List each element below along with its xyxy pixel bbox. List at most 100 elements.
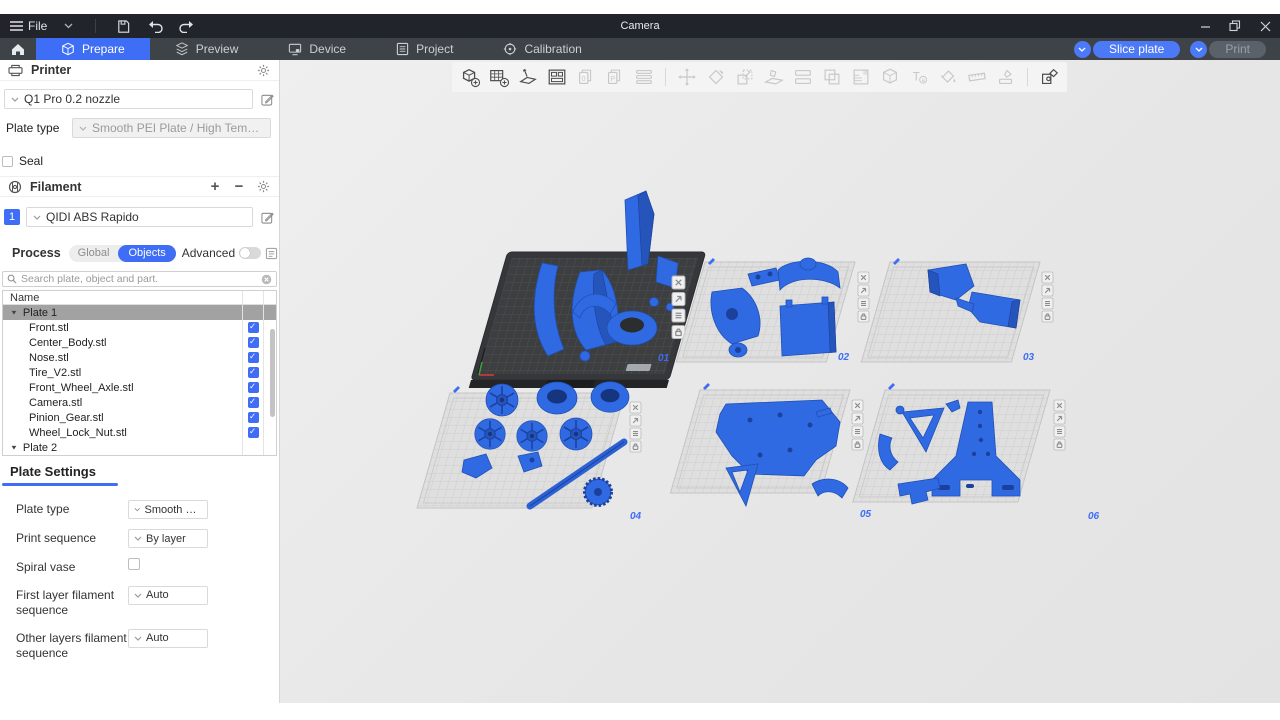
save-button[interactable] <box>112 17 134 35</box>
undo-button[interactable] <box>144 17 166 35</box>
plate-type-field-select[interactable]: Smooth PEI ... <box>128 500 208 519</box>
arrange-plate-icon[interactable] <box>672 293 685 306</box>
plate-type-select[interactable]: Smooth PEI Plate / High Temp Plate <box>72 118 271 138</box>
first-layer-sequence-select[interactable]: Auto <box>128 586 208 605</box>
left-sidebar: Printer Q1 Pro 0.2 nozzle Plate type Smo… <box>0 60 280 703</box>
remove-filament-button[interactable]: − <box>231 180 247 194</box>
filament-preset-select[interactable]: QIDI ABS Rapido <box>26 207 253 227</box>
object-visible-checkbox[interactable] <box>248 427 259 438</box>
tree-row-object[interactable]: Front.stl <box>3 320 276 335</box>
print-button[interactable]: Print <box>1209 41 1266 58</box>
tab-project[interactable]: Project <box>371 38 478 60</box>
add-filament-button[interactable]: + <box>207 180 223 194</box>
field-label: Plate type <box>16 500 128 518</box>
object-visible-checkbox[interactable] <box>248 337 259 348</box>
printer-preset-select[interactable]: Q1 Pro 0.2 nozzle <box>4 89 253 109</box>
field-label: Other layers filament sequence <box>16 629 128 662</box>
build-plates-scene[interactable]: 01 <box>280 60 1280 703</box>
process-section-title: Process <box>12 246 61 260</box>
chevron-down-icon <box>1195 47 1203 52</box>
plate-settings-icon[interactable] <box>630 428 641 439</box>
tree-scrollbar[interactable] <box>270 329 275 417</box>
scope-objects-button[interactable]: Objects <box>118 245 175 262</box>
lock-plate-icon[interactable] <box>672 326 685 339</box>
filament-slot-badge[interactable]: 1 <box>4 209 20 225</box>
tree-row-plate1[interactable]: ▼Plate 1 <box>3 305 276 320</box>
plate-settings-icon[interactable] <box>672 309 685 322</box>
chevron-down-icon <box>1078 47 1086 52</box>
lock-plate-icon[interactable] <box>852 439 863 450</box>
plate-settings-icon[interactable] <box>1054 426 1065 437</box>
edit-printer-preset-button[interactable] <box>259 91 275 107</box>
delete-plate-icon[interactable] <box>852 400 863 411</box>
arrange-plate-icon[interactable] <box>858 285 869 296</box>
object-visible-checkbox[interactable] <box>248 352 259 363</box>
collapse-chevron-icon[interactable]: ▼ <box>10 309 18 316</box>
tree-row-object[interactable]: Nose.stl <box>3 350 276 365</box>
delete-plate-icon[interactable] <box>672 276 685 289</box>
plate-settings-icon[interactable] <box>852 426 863 437</box>
field-value: Auto <box>146 589 169 601</box>
collapse-chevron-icon[interactable]: ▼ <box>10 444 18 451</box>
tree-row-object[interactable]: Camera.stl <box>3 395 276 410</box>
arrange-plate-icon[interactable] <box>1042 285 1053 296</box>
tree-row-object[interactable]: Wheel_Lock_Nut.stl <box>3 425 276 440</box>
tab-prepare[interactable]: Prepare <box>36 38 150 60</box>
edit-plate-name-icon[interactable] <box>703 383 710 390</box>
edit-plate-name-icon[interactable] <box>888 383 895 390</box>
scope-global-button[interactable]: Global <box>69 247 119 259</box>
home-button[interactable] <box>0 38 36 60</box>
tab-calibration[interactable]: Calibration <box>478 38 606 60</box>
3d-viewport[interactable]: 0 P Ta <box>280 60 1280 703</box>
search-input[interactable] <box>21 273 257 285</box>
tree-row-object[interactable]: Center_Body.stl <box>3 335 276 350</box>
filament-settings-button[interactable] <box>255 179 271 195</box>
plate-settings-icon[interactable] <box>858 298 869 309</box>
file-menu-button[interactable]: File <box>10 17 47 35</box>
lock-plate-icon[interactable] <box>858 311 869 322</box>
edit-plate-name-icon[interactable] <box>453 386 460 393</box>
minimize-button[interactable] <box>1190 14 1220 38</box>
object-visible-checkbox[interactable] <box>248 397 259 408</box>
seal-checkbox[interactable] <box>2 156 13 167</box>
close-button[interactable] <box>1250 14 1280 38</box>
object-visible-checkbox[interactable] <box>248 367 259 378</box>
delete-plate-icon[interactable] <box>1042 272 1053 283</box>
arrange-plate-icon[interactable] <box>630 415 641 426</box>
redo-button[interactable] <box>176 17 198 35</box>
slice-options-button[interactable] <box>1074 41 1091 58</box>
arrange-plate-icon[interactable] <box>1054 413 1065 424</box>
edit-filament-preset-button[interactable] <box>259 209 275 225</box>
restore-button[interactable] <box>1220 14 1250 38</box>
delete-plate-icon[interactable] <box>1054 400 1065 411</box>
tree-row-plate2[interactable]: ▼Plate 2 <box>3 440 276 455</box>
restore-icon <box>1229 20 1241 32</box>
tree-row-object[interactable]: Pinion_Gear.stl <box>3 410 276 425</box>
tab-preview[interactable]: Preview <box>150 38 264 60</box>
tab-device[interactable]: Device <box>263 38 371 60</box>
plate-settings-icon[interactable] <box>1042 298 1053 309</box>
print-sequence-select[interactable]: By layer <box>128 529 208 548</box>
delete-plate-icon[interactable] <box>630 402 641 413</box>
clear-search-icon[interactable] <box>261 274 272 285</box>
lock-plate-icon[interactable] <box>1042 311 1053 322</box>
detail-list-icon[interactable] <box>265 247 278 260</box>
arrange-plate-icon[interactable] <box>852 413 863 424</box>
printer-settings-button[interactable] <box>255 62 271 78</box>
object-visible-checkbox[interactable] <box>248 412 259 423</box>
slice-plate-button[interactable]: Slice plate <box>1093 41 1180 58</box>
advanced-toggle[interactable] <box>239 247 261 259</box>
object-visible-checkbox[interactable] <box>248 382 259 393</box>
plate-type-label: Plate type <box>4 121 64 135</box>
lock-plate-icon[interactable] <box>630 441 641 452</box>
spiral-vase-checkbox[interactable] <box>128 558 140 570</box>
plate-settings-title: Plate Settings <box>10 464 279 479</box>
tree-row-object[interactable]: Tire_V2.stl <box>3 365 276 380</box>
object-visible-checkbox[interactable] <box>248 322 259 333</box>
tree-row-object[interactable]: Front_Wheel_Axle.stl <box>3 380 276 395</box>
other-layers-sequence-select[interactable]: Auto <box>128 629 208 648</box>
print-options-button[interactable] <box>1190 41 1207 58</box>
file-menu-dropdown[interactable] <box>57 17 79 35</box>
delete-plate-icon[interactable] <box>858 272 869 283</box>
lock-plate-icon[interactable] <box>1054 439 1065 450</box>
